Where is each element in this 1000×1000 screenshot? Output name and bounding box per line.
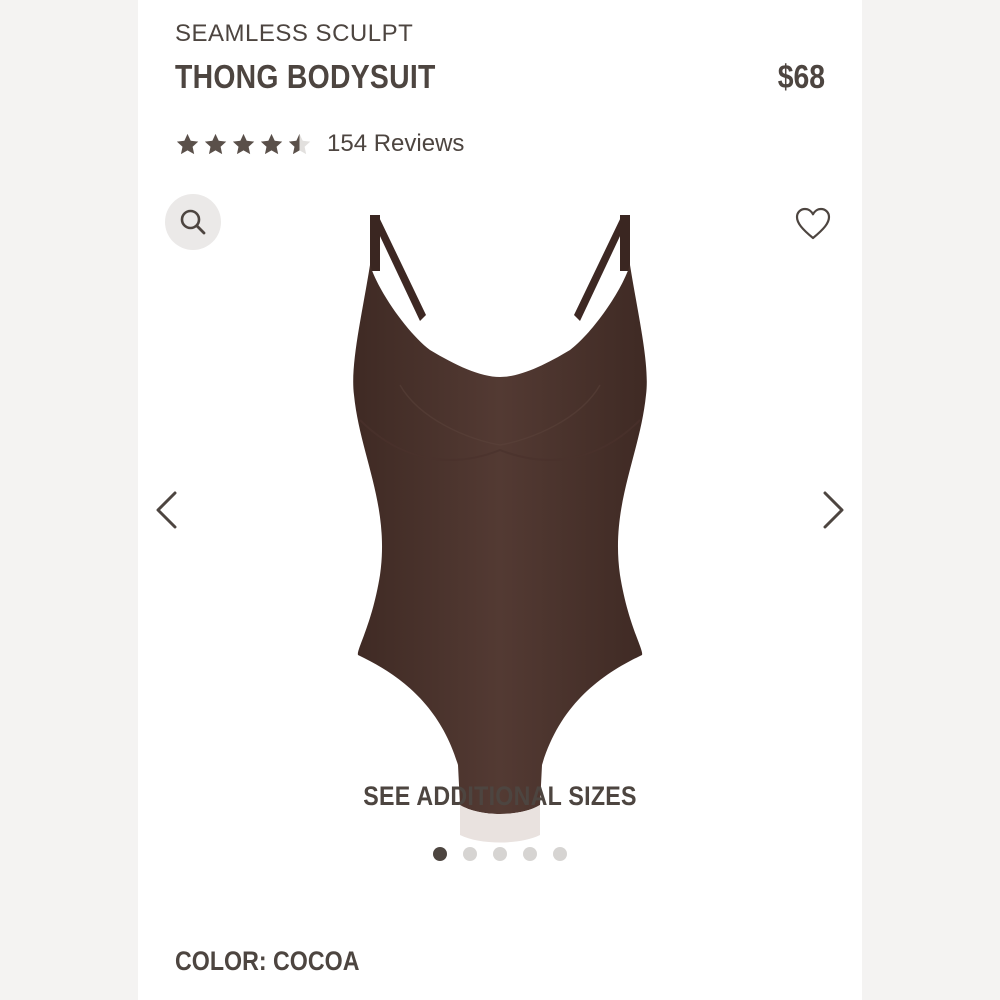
star-icon (232, 133, 255, 154)
gallery-dot-1[interactable] (433, 847, 447, 861)
gallery-pagination (0, 847, 1000, 861)
gallery-dot-4[interactable] (523, 847, 537, 861)
star-icon (260, 133, 283, 154)
see-additional-sizes-link[interactable]: SEE ADDITIONAL SIZES (0, 781, 1000, 812)
chevron-left-icon[interactable] (154, 490, 180, 530)
color-selection: COLOR: COCOA (175, 946, 359, 977)
rating-row[interactable]: 154 Reviews (175, 128, 464, 160)
half-star-icon (288, 133, 311, 154)
star-rating (175, 132, 312, 157)
collection-name: SEAMLESS SCULPT (175, 20, 414, 47)
reviews-link[interactable]: 154 Reviews (327, 130, 464, 158)
gallery-dot-3[interactable] (493, 847, 507, 861)
heart-icon[interactable] (794, 206, 832, 242)
product-image[interactable] (340, 205, 660, 850)
chevron-right-icon[interactable] (820, 490, 846, 530)
star-icon (176, 133, 199, 154)
star-icon (204, 133, 227, 154)
gallery-dot-2[interactable] (463, 847, 477, 861)
see-additional-sizes-label: SEE ADDITIONAL SIZES (363, 781, 637, 811)
color-value: COCOA (273, 946, 360, 976)
product-title: THONG BODYSUIT (175, 58, 436, 95)
gallery-dot-5[interactable] (553, 847, 567, 861)
product-price: $68 (777, 58, 825, 95)
zoom-button[interactable] (165, 194, 221, 250)
magnifier-icon (180, 209, 206, 235)
color-label: COLOR: (175, 946, 267, 976)
